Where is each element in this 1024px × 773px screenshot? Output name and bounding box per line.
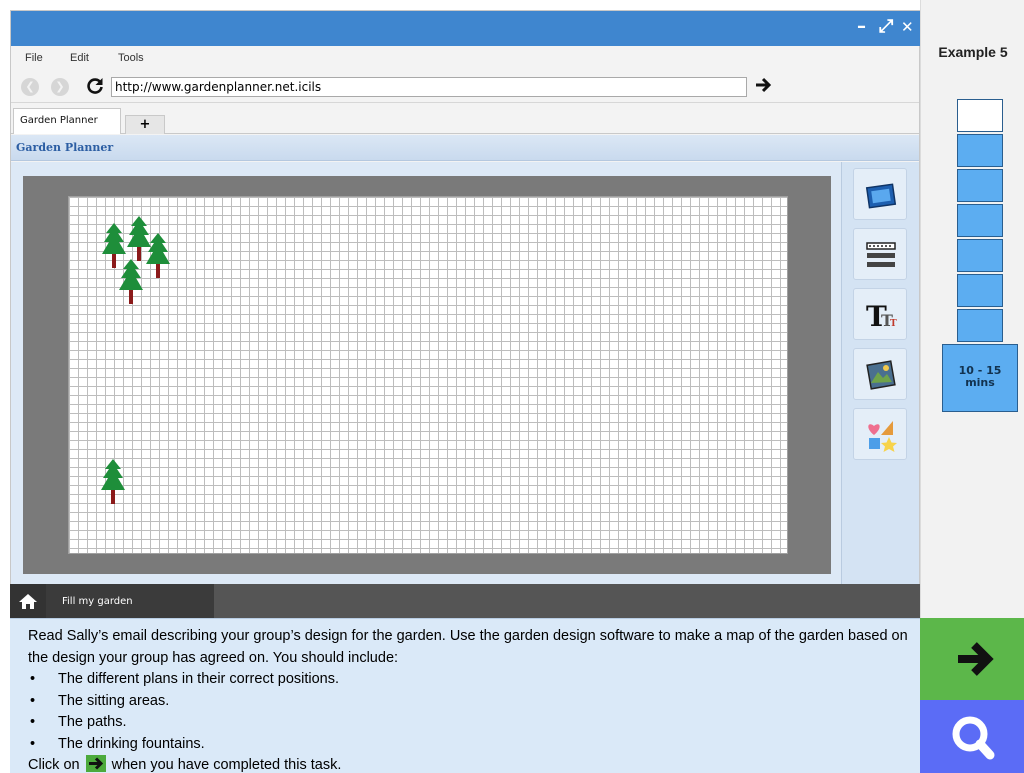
arrow-right-icon bbox=[958, 642, 994, 676]
minimize-button[interactable]: – bbox=[857, 17, 866, 37]
shapes-tool-button[interactable] bbox=[853, 408, 907, 460]
close-button[interactable]: ✕ bbox=[901, 17, 914, 37]
task-instructions: Read Sally’s email describing your group… bbox=[10, 618, 920, 773]
go-arrow-icon[interactable] bbox=[755, 76, 773, 98]
progress-step bbox=[957, 169, 1003, 202]
title-bar: – ⤢ ✕ bbox=[11, 11, 921, 46]
tab-strip: Garden Planner + bbox=[11, 104, 919, 134]
menu-file[interactable]: File bbox=[25, 52, 43, 64]
next-button[interactable] bbox=[920, 618, 1024, 700]
garden-grid[interactable] bbox=[68, 196, 788, 554]
tab-garden-planner[interactable]: Garden Planner bbox=[13, 108, 121, 134]
maximize-button[interactable]: ⤢ bbox=[879, 17, 893, 37]
progress-step bbox=[957, 134, 1003, 167]
menu-edit[interactable]: Edit bbox=[70, 52, 89, 64]
menu-bar: File Edit Tools bbox=[11, 48, 919, 70]
photo-tool-icon bbox=[865, 183, 897, 209]
instructions-intro: Read Sally’s email describing your group… bbox=[28, 628, 908, 666]
fence-tool-button[interactable] bbox=[853, 228, 907, 280]
list-item: • The paths. bbox=[30, 714, 127, 730]
list-item: • The drinking fountains. bbox=[30, 735, 205, 752]
progress-step bbox=[957, 309, 1003, 342]
toolbox: T T T bbox=[841, 162, 919, 584]
shapes-tool-icon bbox=[868, 421, 897, 452]
canvas-frame bbox=[23, 176, 831, 574]
app-header: Garden Planner bbox=[11, 135, 919, 161]
text-tool-icon: T T T bbox=[866, 300, 897, 333]
example-label: Example 5 bbox=[938, 44, 1008, 60]
svg-text:T: T bbox=[890, 319, 897, 329]
time-estimate: 10 - 15 mins bbox=[942, 344, 1018, 412]
list-item: • The different plans in their correct po… bbox=[30, 671, 340, 687]
photo-tool-button[interactable] bbox=[853, 168, 907, 220]
navigation-bar: ❮ ❯ http://www.gardenplanner.net.icils bbox=[11, 71, 919, 103]
browser-window: – ⤢ ✕ File Edit Tools ❮ ❯ http://www.gar… bbox=[10, 10, 921, 618]
time-unit: mins bbox=[965, 376, 995, 389]
new-tab-button[interactable]: + bbox=[125, 115, 165, 134]
back-button[interactable]: ❮ bbox=[21, 78, 39, 96]
image-tool-button[interactable] bbox=[853, 348, 907, 400]
home-icon bbox=[19, 594, 37, 609]
image-tool-icon bbox=[866, 360, 896, 390]
progress-step bbox=[957, 99, 1003, 132]
list-item: • The sitting areas. bbox=[30, 692, 170, 709]
search-button[interactable] bbox=[920, 700, 1024, 773]
home-button[interactable] bbox=[10, 584, 46, 618]
text-tool-button[interactable]: T T T bbox=[853, 288, 907, 340]
progress-step bbox=[957, 204, 1003, 237]
tab-fill-my-garden[interactable]: Fill my garden bbox=[46, 584, 214, 618]
app-body: T T T bbox=[11, 162, 919, 584]
search-icon bbox=[952, 716, 995, 760]
reload-icon[interactable] bbox=[85, 76, 105, 100]
fence-tool-icon bbox=[866, 242, 896, 267]
inline-arrow-right-icon bbox=[85, 755, 106, 772]
progress-step bbox=[957, 239, 1003, 272]
address-bar[interactable]: http://www.gardenplanner.net.icils bbox=[111, 77, 747, 97]
forward-button[interactable]: ❯ bbox=[51, 78, 69, 96]
tree-icon[interactable] bbox=[119, 259, 143, 305]
progress-step bbox=[957, 274, 1003, 307]
tree-icon[interactable] bbox=[146, 233, 170, 279]
instructions-footer: Click on when you have completed this ta… bbox=[28, 755, 342, 773]
task-bar: Fill my garden bbox=[10, 584, 920, 618]
menu-tools[interactable]: Tools bbox=[118, 52, 144, 64]
tree-icon[interactable] bbox=[101, 459, 125, 505]
app-title: Garden Planner bbox=[16, 141, 114, 154]
